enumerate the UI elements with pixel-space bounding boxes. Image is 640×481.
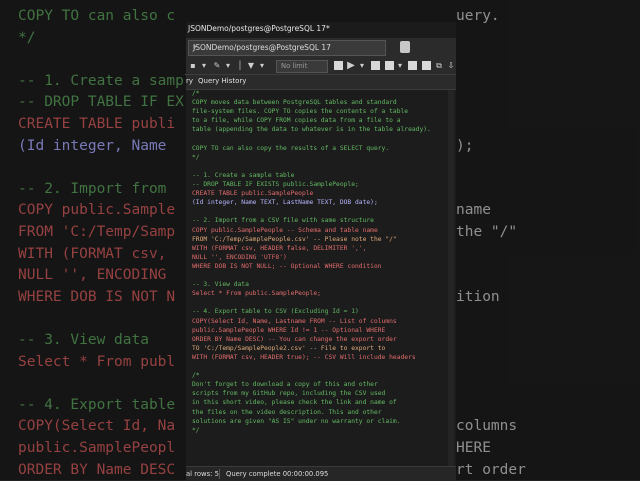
editor-line: in this short video, please check the li… [192,399,397,407]
chevron-down-icon[interactable]: ▾ [224,61,232,71]
editor-line: (Id integer, Name TEXT, LastName TEXT, D… [192,199,378,207]
query-toolbar: ▪ ▾ ✎ ▾ │ ▼ ▾ No limit ▶ ▾ ▾ ⧉ ⇩ [186,58,456,75]
query-tab-title-bar[interactable]: JSONDemo/postgres@PostgreSQL 17* [186,22,456,38]
editor-line: WITH (FORMAT csv, HEADER true); -- CSV W… [192,353,416,361]
stop-icon[interactable] [334,61,343,70]
macros-icon[interactable]: ⧉ [434,61,444,71]
editor-line: WHERE DOB IS NOT NULL; -- Optional WHERE… [192,262,382,270]
editor-line: COPY public.SamplePeople -- Schema and t… [192,226,378,234]
editor-line: CREATE TABLE public.SamplePeople [192,190,314,198]
editor-line: -- 2. Import from a CSV file with same s… [192,217,374,225]
editor-line: WITH (FORMAT csv, HEADER false, DELIMITE… [192,244,367,252]
status-divider [219,469,220,479]
chevron-down-icon[interactable]: ▾ [200,61,208,71]
editor-line: TO 'C:/Temp/SamplePeople2.csv' -- File t… [192,344,386,352]
editor-line: -- DROP TABLE IF EXISTS public.SamplePeo… [192,181,359,188]
row-limit-value: No limit [281,62,308,70]
query-tab-title: JSONDemo/postgres@PostgreSQL 17* [188,24,330,33]
editor-line: Don't forget to download a copy of this … [192,381,378,389]
download-icon[interactable]: ⇩ [446,61,456,71]
filter-icon[interactable]: ▼ [246,61,256,71]
editor-line: COPY(Select Id, Name, Lastname FROM -- L… [192,317,397,325]
editor-line: -- 3. View data [192,281,249,289]
status-bar: al rows: 5 Query complete 00:00:00.095 [186,466,456,481]
database-icon[interactable] [400,41,410,53]
editor-line: FROM 'C:/Temp/SamplePeople.csv' -- Pleas… [192,235,397,243]
connection-bar: JSONDemo/postgres@PostgreSQL 17 ▾ [186,38,456,58]
explain-analyze-icon[interactable] [385,61,394,70]
editor-line: NULL '', ENCODING 'UTF8') [192,253,287,261]
edit-icon[interactable]: ✎ [212,61,222,71]
editor-line: -- 4. Export table to CSV (Excluding Id … [192,308,359,316]
total-rows: al rows: 5 [186,470,219,478]
editor-line: COPY moves data between PostgreSQL table… [192,99,397,107]
tab-query-history[interactable]: Query History [198,77,246,85]
editor-line: to a file, while COPY FROM copies data f… [192,117,401,125]
play-icon[interactable]: ▶ [346,61,356,71]
chevron-down-icon[interactable]: ▾ [258,61,266,71]
editor-line: the files on the video description. This… [192,408,382,416]
editor-line: */ [192,153,200,161]
sql-editor[interactable]: /* COPY moves data between PostgreSQL tab… [186,90,456,466]
editor-line: file-system files. COPY TO copies the co… [192,108,409,116]
pgadmin-query-window: JSONDemo/postgres@PostgreSQL 17* JSONDem… [186,22,456,481]
rollback-icon[interactable] [422,61,431,70]
save-icon[interactable]: ▪ [188,61,198,71]
editor-line: public.SamplePeople WHERE Id != 1 -- Opt… [192,326,386,334]
editor-line: /* [192,372,200,380]
chevron-down-icon[interactable]: ▾ [358,61,366,71]
query-tabs: ry Query History [186,75,456,90]
editor-line: solutions are given "AS IS" under no war… [192,417,401,425]
commit-icon[interactable] [408,61,417,70]
connection-select[interactable]: JSONDemo/postgres@PostgreSQL 17 ▾ [188,40,386,56]
explain-icon[interactable] [371,61,380,70]
editor-line: scripts from my GitHub repo, including t… [192,390,386,398]
separator-icon: │ [237,61,243,70]
query-status: Query complete 00:00:00.095 [226,470,329,478]
editor-line: /* [192,90,200,97]
editor-line: COPY TO can also copy the results of a S… [192,144,390,152]
tab-query[interactable]: ry [186,77,193,85]
editor-line: ORDER BY Name DESC) -- You can change th… [192,335,397,343]
row-limit-select[interactable]: No limit [276,60,328,73]
editor-line: -- 1. Create a sample table [192,171,295,179]
editor-scrollbar[interactable] [448,90,454,466]
chevron-down-icon: ▾ [193,43,197,51]
chevron-down-icon[interactable]: ▾ [396,61,404,71]
editor-line: Select * From public.SamplePeople; [192,290,321,298]
editor-line: */ [192,426,200,434]
editor-line: table (appending the data to whatever is… [192,126,431,134]
